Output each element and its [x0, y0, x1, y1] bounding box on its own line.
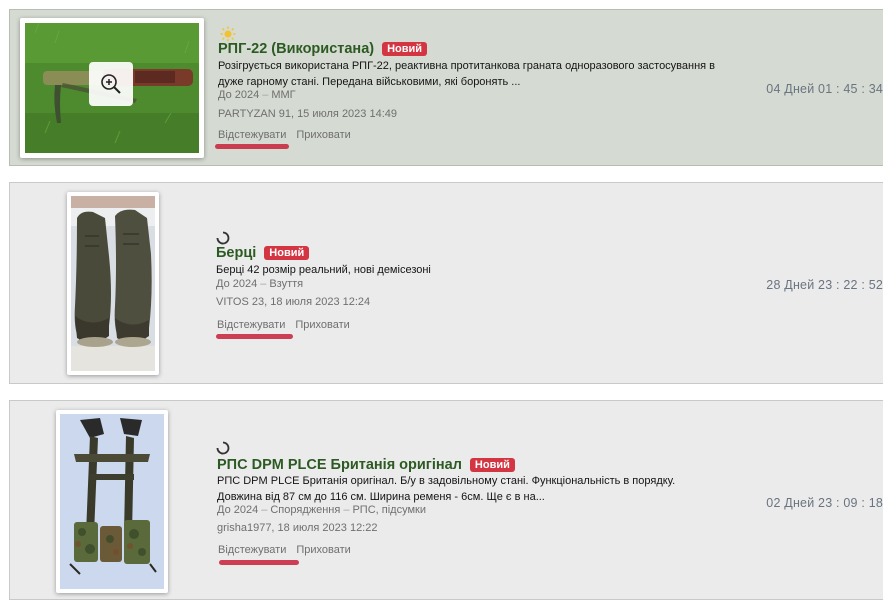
- listing-snippet: Розігрується використана РПГ-22, реактив…: [218, 60, 716, 88]
- listing-card: РПГ-22 (Використана) Новий Розігрується …: [9, 9, 883, 166]
- listing-actions: Відстежувати Приховати: [218, 129, 351, 141]
- new-badge: Новий: [264, 246, 310, 260]
- track-link[interactable]: Відстежувати: [218, 544, 286, 556]
- listing-category: До 2024– ММГ: [218, 89, 296, 101]
- category-link[interactable]: Взуття: [269, 278, 303, 290]
- highlight-underline: [219, 560, 299, 565]
- prefix-label[interactable]: До 2024: [218, 89, 259, 101]
- countdown-timer: 04 Дней 01 : 45 : 34: [766, 82, 883, 96]
- category-link[interactable]: Спорядження: [270, 504, 340, 516]
- title-row: РПГ-22 (Використана) Новий: [218, 41, 428, 57]
- new-badge: Новий: [469, 458, 515, 472]
- zoom-in-icon: [101, 74, 121, 94]
- track-link[interactable]: Відстежувати: [218, 129, 286, 141]
- category-link[interactable]: РПС, підсумки: [352, 504, 426, 516]
- listing-author[interactable]: grisha1977, 18 июля 2023 12:22: [217, 522, 377, 534]
- title-row: РПС DPM PLCE Британія оригінал Новий: [217, 457, 515, 473]
- countdown-timer: 02 Дней 23 : 09 : 18: [766, 496, 883, 510]
- highlight-underline: [216, 334, 293, 339]
- listing-card: РПС DPM PLCE Британія оригінал Новий РПС…: [9, 400, 883, 600]
- category-link[interactable]: ММГ: [271, 89, 295, 101]
- webbing-photo: [60, 414, 164, 589]
- listing-actions: Відстежувати Приховати: [218, 544, 351, 556]
- listing-snippet: РПС DPM PLCE Британія оригінал. Б/у в за…: [217, 475, 676, 503]
- highlight-underline: [215, 144, 289, 149]
- zoom-button[interactable]: [89, 62, 133, 106]
- prefix-label[interactable]: До 2024: [216, 278, 257, 290]
- new-badge: Новий: [382, 42, 428, 56]
- title-row: Берці Новий: [216, 245, 310, 261]
- listing-snippet: Берці 42 розмір реальний, нові демісезон…: [216, 264, 431, 276]
- refresh-icon: [216, 231, 230, 245]
- listing-actions: Відстежувати Приховати: [217, 319, 350, 331]
- hide-link[interactable]: Приховати: [295, 319, 349, 331]
- countdown-timer: 28 Дней 23 : 22 : 52: [766, 278, 883, 292]
- listing-category: До 2024– Взуття: [216, 278, 304, 290]
- listing-thumbnail[interactable]: [56, 410, 168, 593]
- listing-thumbnail[interactable]: [67, 192, 159, 375]
- sun-icon: [220, 26, 236, 42]
- listing-author[interactable]: VITOS 23, 18 июля 2023 12:24: [216, 296, 370, 308]
- hide-link[interactable]: Приховати: [296, 129, 350, 141]
- listing-title[interactable]: Берці: [216, 245, 256, 261]
- listing-title[interactable]: РПГ-22 (Використана): [218, 41, 374, 57]
- listing-title[interactable]: РПС DPM PLCE Британія оригінал: [217, 457, 462, 473]
- hide-link[interactable]: Приховати: [296, 544, 350, 556]
- listing-thumbnail[interactable]: [20, 18, 204, 158]
- listing-author[interactable]: PARTYZAN 91, 15 июля 2023 14:49: [218, 108, 397, 120]
- refresh-icon: [216, 441, 230, 455]
- listing-card: Берці Новий Берці 42 розмір реальний, но…: [9, 182, 883, 384]
- prefix-label[interactable]: До 2024: [217, 504, 258, 516]
- track-link[interactable]: Відстежувати: [217, 319, 285, 331]
- boots-photo: [71, 196, 155, 371]
- listing-category: До 2024– Спорядження – РПС, підсумки: [217, 504, 426, 516]
